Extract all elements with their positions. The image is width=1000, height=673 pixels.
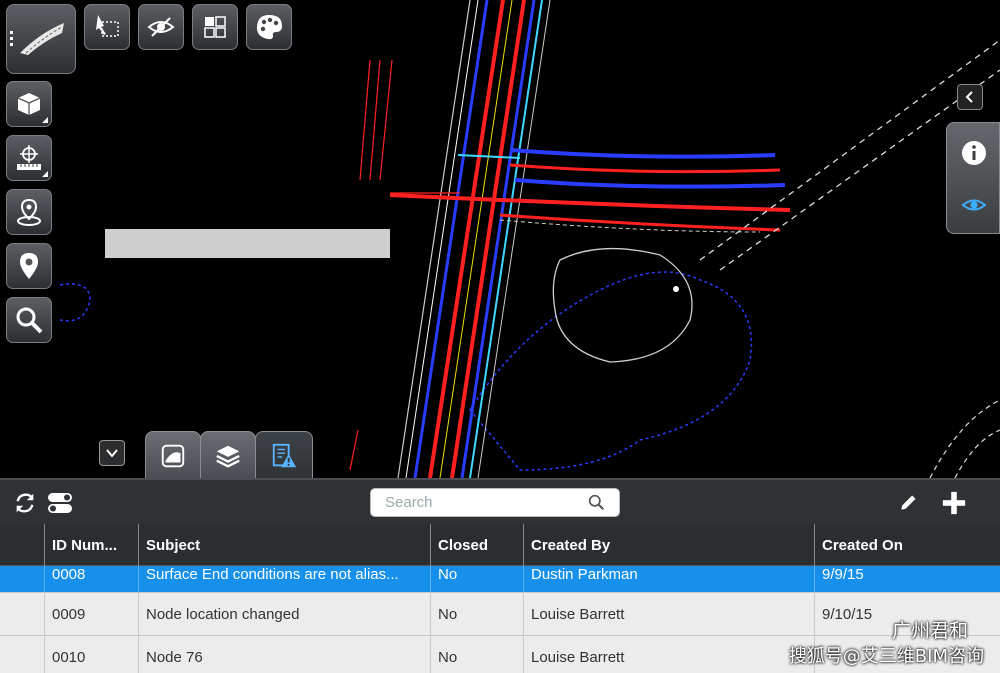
cell-closed: No (430, 566, 523, 592)
eye-icon (961, 199, 987, 211)
column-created-by[interactable]: Created By (523, 524, 814, 566)
watermark-line1: 广州君和 (891, 620, 968, 642)
pencil-icon (901, 495, 916, 510)
column-id[interactable]: ID Num... (44, 524, 138, 566)
info-icon (962, 141, 986, 165)
chevron-left-icon (965, 91, 973, 103)
cell-closed: No (430, 636, 523, 673)
cell-created-by: Louise Barrett (523, 636, 814, 673)
column-closed[interactable]: Closed (430, 524, 523, 566)
layers-tab[interactable] (200, 431, 256, 479)
edit-button[interactable] (896, 491, 920, 515)
table-row[interactable]: 0009 Node location changed No Louise Bar… (0, 593, 1000, 636)
toggle-switch-icon (48, 493, 72, 513)
collapse-panel-button[interactable] (99, 440, 125, 466)
zoom-button[interactable] (6, 297, 52, 343)
map-pin-icon (20, 253, 38, 279)
cell-created-on: 9/9/15 (814, 566, 1000, 592)
label-placeholder-bar (105, 229, 390, 258)
cell-id: 0009 (44, 593, 138, 635)
select-area-button[interactable] (84, 4, 130, 50)
refresh-button[interactable] (12, 490, 38, 516)
issues-toolbar: Search (0, 478, 1000, 524)
column-created-on[interactable]: Created On (814, 524, 1000, 566)
road-profile-button[interactable] (6, 4, 76, 74)
map-pin-button[interactable] (6, 243, 52, 289)
cell-closed: No (430, 593, 523, 635)
add-issue-button[interactable] (940, 489, 968, 517)
cell-created-by: Louise Barrett (523, 593, 814, 635)
location-pin-ring-button[interactable] (6, 189, 52, 235)
row-select-cell[interactable] (0, 593, 44, 635)
search-placeholder: Search (385, 494, 433, 511)
palette-button[interactable] (246, 4, 292, 50)
layout-grid-icon (204, 16, 226, 38)
cell-subject: Node 76 (138, 636, 430, 673)
row-select-column (0, 524, 44, 566)
toggle-button[interactable] (46, 491, 74, 515)
table-header: ID Num... Subject Closed Created By Crea… (0, 524, 1000, 566)
chevron-down-icon (106, 449, 118, 458)
zoom-icon (16, 307, 43, 334)
layers-icon (216, 445, 240, 468)
layout-grid-button[interactable] (192, 4, 238, 50)
issues-icon (272, 443, 297, 467)
column-subject[interactable]: Subject (138, 524, 430, 566)
select-area-icon (96, 15, 119, 37)
table-row[interactable]: 0008 Surface End conditions are not alia… (0, 566, 1000, 593)
palette-icon (256, 15, 282, 40)
cube-view-icon (17, 93, 41, 115)
visibility-button[interactable] (138, 4, 184, 50)
cell-subject: Surface End conditions are not alias... (138, 566, 430, 592)
location-pin-ring-icon (17, 198, 41, 226)
cube-view-button[interactable] (6, 81, 52, 127)
info-button[interactable] (956, 135, 992, 171)
model-tab[interactable] (145, 431, 201, 479)
properties-side-panel (946, 122, 1000, 234)
cell-id: 0008 (44, 566, 138, 592)
cell-created-by: Dustin Parkman (523, 566, 814, 592)
row-select-cell[interactable] (0, 566, 44, 592)
cell-id: 0010 (44, 636, 138, 673)
visibility-icon (147, 17, 175, 37)
road-profile-icon (20, 23, 64, 55)
plus-icon (942, 491, 966, 515)
watermark-line2: 搜狐号@艾三维BIM咨询 (788, 646, 984, 667)
search-input[interactable]: Search (370, 488, 620, 517)
refresh-icon (16, 493, 34, 513)
row-select-cell[interactable] (0, 636, 44, 673)
cell-subject: Node location changed (138, 593, 430, 635)
search-icon (588, 494, 605, 511)
measure-icon (17, 145, 41, 170)
model-icon (161, 444, 185, 467)
measure-button[interactable] (6, 135, 52, 181)
expand-panel-button[interactable] (957, 84, 983, 110)
issues-tab[interactable] (255, 431, 313, 479)
view-button[interactable] (956, 187, 992, 223)
